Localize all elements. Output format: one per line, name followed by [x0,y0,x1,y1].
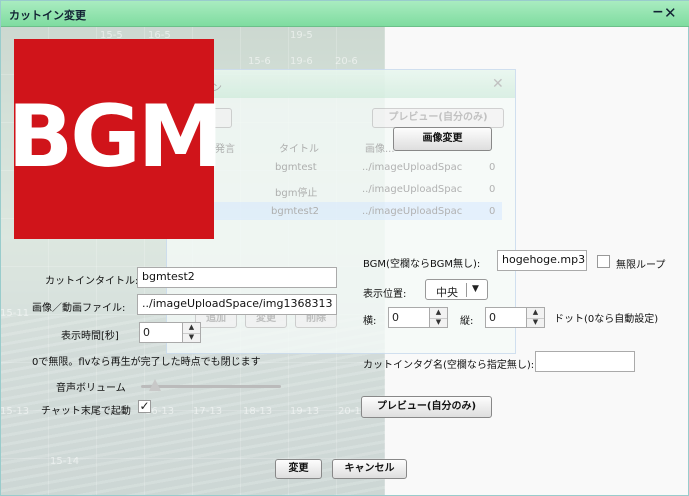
image-file-label: 画像／動画ファイル: [32,303,126,314]
y-label: 縦: [460,316,474,327]
cutin-change-window: カットイン変更 − ✕ ン ✕ プレビュー(自分のみ) 発言 タイトル 画像..… [0,0,689,496]
background-row-path: ../imageUploadSpac [362,162,463,173]
position-label: 表示位置: [363,289,407,300]
minimize-icon[interactable]: − [652,4,664,20]
volume-slider-handle[interactable] [149,379,161,391]
position-selected-value: 中央 [436,286,458,299]
image-change-button[interactable]: 画像変更 [393,127,492,151]
infinite-loop-checkbox[interactable] [597,255,610,268]
background-close-icon: ✕ [492,76,504,92]
preview-button[interactable]: プレビュー(自分のみ) [361,396,492,418]
background-row-num: 0 [489,206,496,217]
tag-label: カットインタグ名(空欄なら指定無し): [363,360,535,371]
y-stepper[interactable]: 0 ▲ ▼ [485,307,545,328]
x-value: 0 [392,311,399,324]
background-col-header: 画像... [365,144,395,155]
cancel-button[interactable]: キャンセル [332,459,407,479]
window-titlebar[interactable]: カットイン変更 − ✕ [1,1,689,27]
select-divider [466,283,467,297]
window-title: カットイン変更 [9,9,86,22]
background-row-path: ../imageUploadSpac [362,206,463,217]
background-row-num: 0 [489,162,496,173]
tag-input[interactable] [535,351,635,372]
stepper-down-icon[interactable]: ▼ [430,318,447,328]
x-label: 横: [363,316,377,327]
x-stepper[interactable]: 0 ▲ ▼ [388,307,448,328]
background-row-title: bgmtest2 [271,206,320,217]
image-file-input[interactable]: ../imageUploadSpace/img1368313 [137,294,337,315]
volume-label: 音声ボリューム [56,383,126,394]
chat-start-label: チャット末尾で起動 [41,406,131,417]
y-value: 0 [489,311,496,324]
bgm-label: BGM(空欄ならBGM無し): [363,259,481,270]
cutin-title-label: カットインタイトル: [45,276,139,287]
bgm-image-preview: BGM [8,39,223,239]
stepper-arrows: ▲ ▼ [526,308,544,327]
cutin-title-input[interactable]: bgmtest2 [137,267,337,288]
position-select[interactable]: 中央 ▼ [425,279,488,300]
display-time-label: 表示時間[秒] [61,331,119,342]
chat-start-checkbox[interactable]: ✓ [138,400,151,413]
close-icon[interactable]: ✕ [664,4,677,22]
bgm-input[interactable]: hogehoge.mp3 [497,250,587,271]
background-preview-button: プレビュー(自分のみ) [372,108,504,128]
background-row-title: bgm停止 [275,188,318,199]
background-col-header: タイトル [279,144,319,155]
display-time-note: 0で無限。flvなら再生が完了した時点でも閉じます [32,357,261,368]
infinite-loop-label: 無限ループ [616,260,666,271]
background-row-title: bgmtest [275,162,317,173]
ok-button[interactable]: 変更 [275,459,322,479]
background-row-path: ../imageUploadSpac [362,184,463,195]
stepper-down-icon[interactable]: ▼ [527,318,544,328]
stepper-arrows: ▲ ▼ [182,323,200,342]
display-time-value: 0 [143,326,150,339]
background-row-num: 0 [489,184,496,195]
stepper-arrows: ▲ ▼ [429,308,447,327]
stepper-down-icon[interactable]: ▼ [183,333,200,343]
dot-note: ドット(0なら自動設定) [554,314,659,325]
display-time-stepper[interactable]: 0 ▲ ▼ [139,322,201,343]
volume-slider-track[interactable] [141,385,281,388]
chevron-down-icon: ▼ [472,284,479,294]
